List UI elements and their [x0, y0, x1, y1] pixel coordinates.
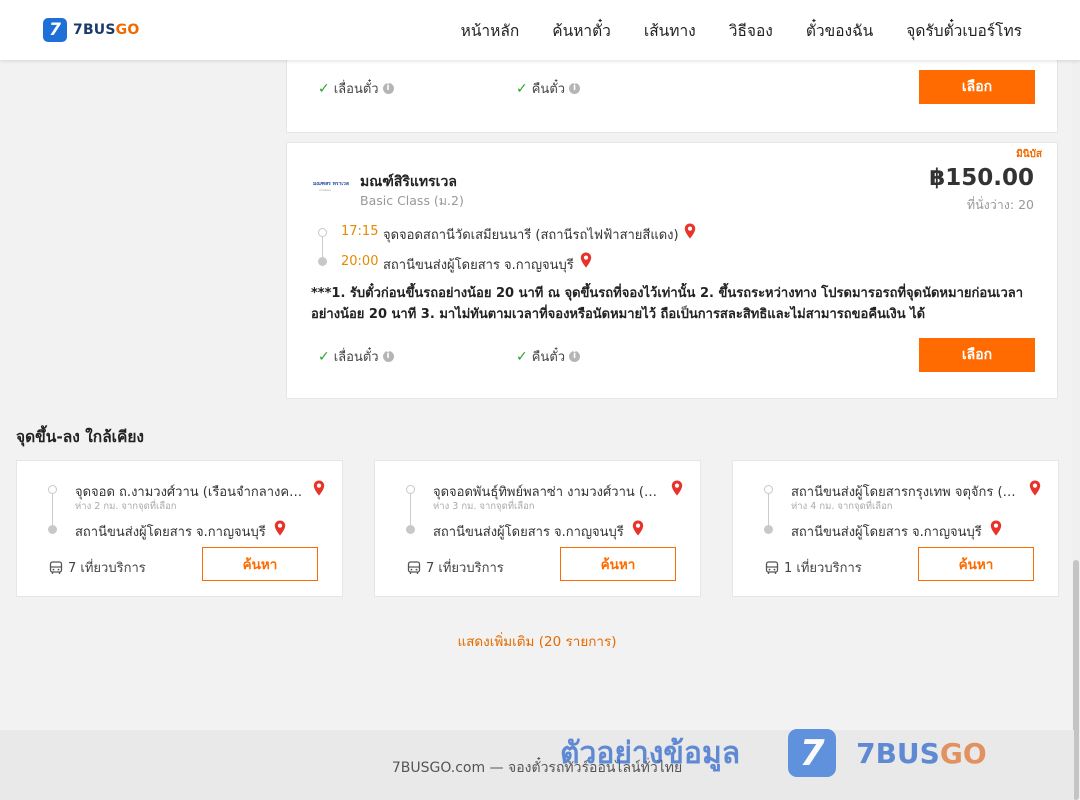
check-icon: ✓ — [516, 80, 528, 97]
watermark-logo-mark: 7 — [788, 729, 837, 777]
nearby-section-title: จุดขึ้น-ลง ใกล้เคียง — [16, 428, 145, 446]
page-scrollbar[interactable] — [1072, 60, 1080, 800]
map-pin-icon[interactable] — [684, 223, 696, 239]
bus-class: Basic Class (ม.2) — [360, 193, 464, 208]
watermark-text: ตัวอย่างข้อมูล — [560, 735, 741, 771]
nearby-card: สถานีขนส่งผู้โดยสารกรุงเทพ จตุจักร (หมอช… — [732, 460, 1059, 597]
ticket-price: ฿150.00 — [929, 165, 1034, 191]
bus-icon — [49, 560, 63, 574]
nav-ticket-points[interactable]: จุดรับตั๋วเบอร์โทร — [906, 18, 1022, 43]
feature-change-ticket: ✓ เลื่อนตั๋ว i — [318, 346, 394, 367]
map-pin-icon[interactable] — [274, 520, 286, 536]
main-nav: หน้าหลัก ค้นหาตั๋ว เส้นทาง วิธีจอง ตั๋วข… — [428, 0, 1022, 60]
logo-mark: 7 — [43, 18, 67, 42]
timeline-line — [410, 494, 411, 525]
bus-icon — [765, 560, 779, 574]
timeline-end-dot — [764, 525, 773, 534]
check-icon: ✓ — [516, 348, 528, 365]
timeline-end-dot — [48, 525, 57, 534]
select-button[interactable]: เลือก — [919, 70, 1035, 104]
arrival-time: 20:00 — [341, 254, 379, 269]
timeline-line — [52, 494, 53, 525]
feature-refund-ticket: ✓ คืนตั๋ว i — [516, 346, 581, 367]
map-pin-icon[interactable] — [671, 480, 683, 496]
bus-icon — [407, 560, 421, 574]
timeline-start-dot — [318, 228, 327, 237]
trip-remark: ***1. รับตั๋วก่อนขึ้นรถอย่างน้อย 20 นาที… — [311, 286, 1024, 322]
nearby-distance: ห่าง 4 กม. จากจุดที่เลือก — [791, 501, 893, 512]
logo-text: 7BUSGO — [73, 22, 140, 38]
nav-search-tickets[interactable]: ค้นหาตั๋ว — [552, 18, 611, 43]
departure-time: 17:15 — [341, 224, 379, 239]
seats-available: ที่นั่งว่าง: 20 — [966, 197, 1034, 212]
info-icon[interactable]: i — [382, 83, 394, 94]
timeline-start-dot — [764, 485, 773, 494]
nav-routes[interactable]: เส้นทาง — [644, 18, 696, 43]
check-icon: ✓ — [318, 348, 330, 365]
timeline-end-dot — [318, 257, 327, 266]
operator-logo: มณฑ์สิริ ทราเวล minibus — [313, 182, 349, 192]
operator-name: มณฑ์สิริแทรเวล — [360, 174, 457, 190]
departure-stop: จุดจอดสถานีวัดเสมียนนารี (สถานีรถไฟฟ้าสา… — [383, 228, 679, 243]
timeline-line — [322, 237, 323, 257]
info-icon[interactable]: i — [382, 351, 394, 362]
map-pin-icon[interactable] — [632, 520, 644, 536]
watermark-brand: 7BUSGO — [856, 736, 987, 770]
check-icon: ✓ — [318, 80, 330, 97]
trip-card: มินิบัส มณฑ์สิริ ทราเวล minibus มณฑ์สิริ… — [286, 142, 1058, 399]
nearby-service-count: 7 เที่ยวบริการ — [49, 557, 146, 578]
nearby-to-stop: สถานีขนส่งผู้โดยสาร จ.กาญจนบุรี — [791, 525, 982, 540]
nav-my-tickets[interactable]: ตั๋วของฉัน — [806, 18, 873, 43]
nearby-to-stop: สถานีขนส่งผู้โดยสาร จ.กาญจนบุรี — [433, 525, 624, 540]
info-icon[interactable]: i — [569, 351, 581, 362]
timeline-start-dot — [48, 485, 57, 494]
arrival-stop: สถานีขนส่งผู้โดยสาร จ.กาญจนบุรี — [383, 258, 574, 273]
site-logo[interactable]: 7 7BUSGO — [43, 18, 139, 42]
nav-how-to-book[interactable]: วิธีจอง — [729, 18, 773, 43]
nearby-distance: ห่าง 3 กม. จากจุดที่เลือก — [433, 501, 535, 512]
select-button[interactable]: เลือก — [919, 338, 1035, 372]
map-pin-icon[interactable] — [313, 480, 325, 496]
nearby-card: จุดจอดพันธุ์ทิพย์พลาซ่า งามวงศ์วาน (ตรงข… — [374, 460, 701, 597]
timeline-end-dot — [406, 525, 415, 534]
nearby-card: จุดจอด ถ.งามวงศ์วาน (เรือนจำกลางคลองเปรม… — [16, 460, 343, 597]
map-pin-icon[interactable] — [580, 252, 592, 268]
nearby-to-stop: สถานีขนส่งผู้โดยสาร จ.กาญจนบุรี — [75, 525, 266, 540]
search-button[interactable]: ค้นหา — [202, 547, 318, 581]
nearby-service-count: 1 เที่ยวบริการ — [765, 557, 862, 578]
map-pin-icon[interactable] — [1029, 480, 1041, 496]
vehicle-type-tag: มินิบัส — [1016, 149, 1042, 160]
nearby-service-count: 7 เที่ยวบริการ — [407, 557, 504, 578]
show-more-link[interactable]: แสดงเพิ่มเติม (20 รายการ) — [0, 630, 1074, 652]
timeline-line — [768, 494, 769, 525]
map-pin-icon[interactable] — [990, 520, 1002, 536]
nearby-distance: ห่าง 2 กม. จากจุดที่เลือก — [75, 501, 177, 512]
sample-watermark: ตัวอย่างข้อมูล 7 7BUSGO — [560, 728, 987, 778]
feature-refund-ticket: ✓ คืนตั๋ว i — [516, 78, 581, 99]
nav-home[interactable]: หน้าหลัก — [461, 18, 520, 43]
search-button[interactable]: ค้นหา — [560, 547, 676, 581]
feature-change-ticket: ✓ เลื่อนตั๋ว i — [318, 78, 394, 99]
search-button[interactable]: ค้นหา — [918, 547, 1034, 581]
top-header: 7 7BUSGO หน้าหลัก ค้นหาตั๋ว เส้นทาง วิธี… — [0, 0, 1080, 60]
info-icon[interactable]: i — [569, 83, 581, 94]
timeline-start-dot — [406, 485, 415, 494]
